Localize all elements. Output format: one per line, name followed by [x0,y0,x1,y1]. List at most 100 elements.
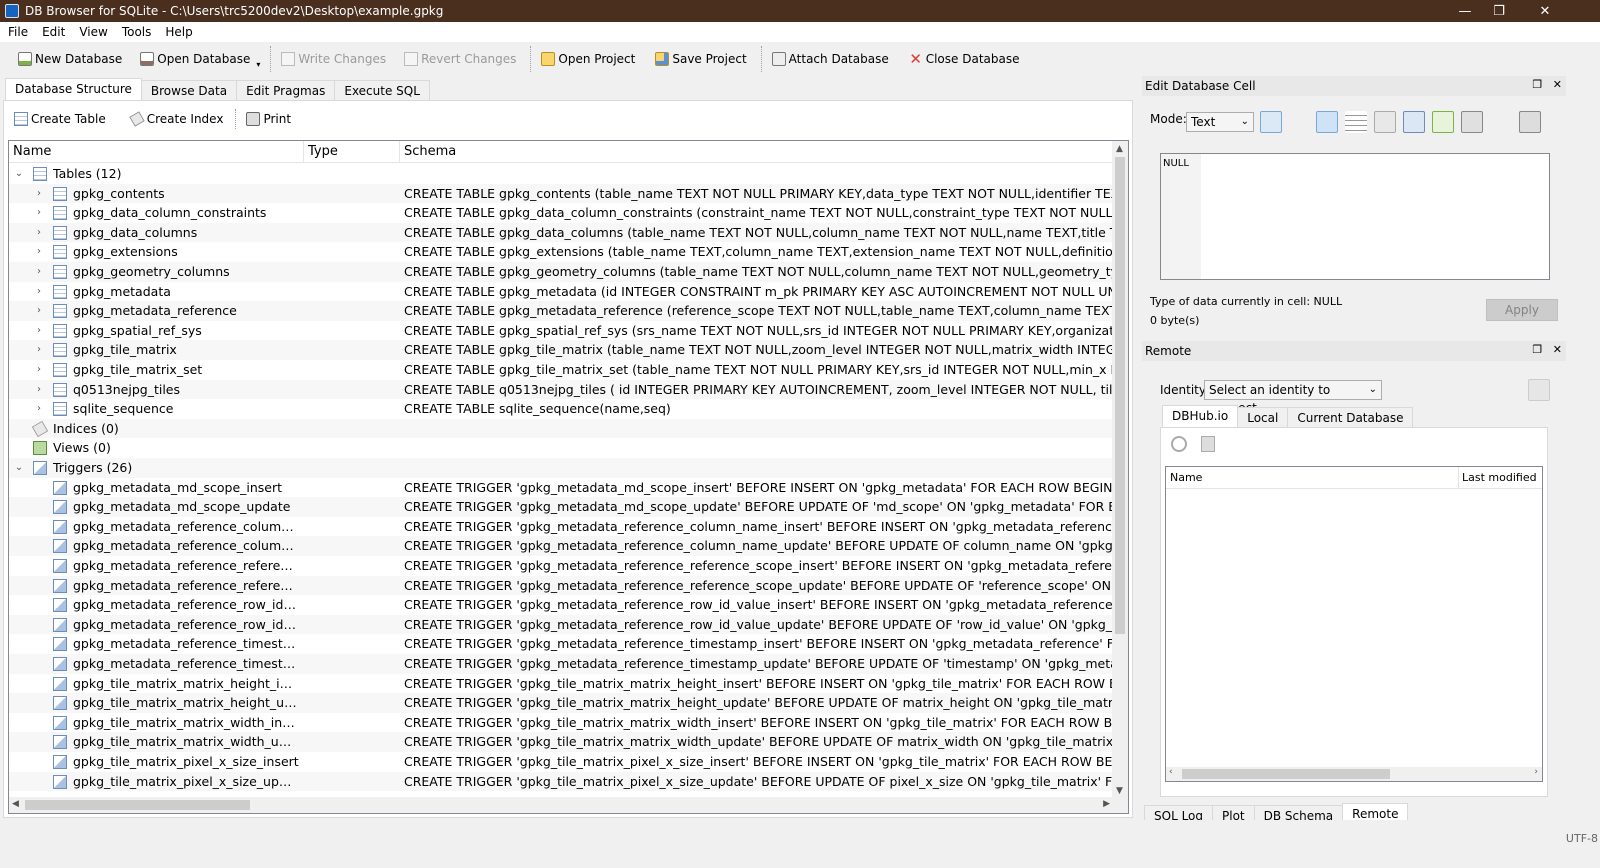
print-cell-icon[interactable] [1519,111,1541,133]
tree-trigger-row[interactable]: gpkg_metadata_reference_timestamp... CREA… [9,634,1114,654]
tree-table-row[interactable]: › gpkg_contents CREATE TABLE gpkg_contents… [9,183,1114,204]
write-changes-button[interactable]: Write Changes [275,46,392,72]
auto-format-icon[interactable] [1345,111,1367,133]
tab-browse-data[interactable]: Browse Data [140,80,238,101]
tab-dbhub[interactable]: DBHub.io [1162,405,1239,428]
chevron-right-icon[interactable]: › [34,282,44,302]
tree-trigger-row[interactable]: gpkg_metadata_reference_row_id_val... CRE… [9,595,1114,615]
import-file-icon[interactable] [1374,111,1396,133]
create-table-button[interactable]: Create Table [8,106,112,132]
tab-local[interactable]: Local [1237,407,1289,428]
open-project-button[interactable]: Open Project [535,46,641,72]
column-header-last-modified[interactable]: Last modified [1462,471,1537,484]
eraser-icon[interactable] [1490,111,1512,133]
chevron-right-icon[interactable]: › [34,184,44,204]
chevron-right-icon[interactable]: › [34,203,44,223]
tree-table-row[interactable]: › gpkg_data_column_constraints CREATE TABL… [9,203,1114,223]
chevron-right-icon[interactable]: › [34,242,44,262]
tree-category-row[interactable]: ⌄ Tables (12) [9,164,1114,184]
clone-icon[interactable] [1201,436,1215,452]
identity-select[interactable]: Select an identity to connect ⌄ [1204,380,1382,415]
tree-table-row[interactable]: › gpkg_metadata CREATE TABLE gpkg_metadata… [9,282,1114,302]
new-database-button[interactable]: New Database [12,46,128,72]
tree-table-row[interactable]: › gpkg_extensions CREATE TABLE gpkg_extens… [9,242,1114,262]
tree-category-row[interactable]: Views (0) [9,438,1114,458]
menu-view[interactable]: View [72,25,114,39]
close-dock-icon[interactable]: ✕ [1553,343,1562,356]
scroll-up-icon[interactable]: ▲ [1116,144,1123,154]
tab-current-database[interactable]: Current Database [1287,407,1414,428]
tree-table-row[interactable]: › gpkg_geometry_columns CREATE TABLE gpkg_… [9,262,1114,282]
remote-horizontal-scrollbar[interactable]: ‹ › [1166,767,1542,781]
chevron-down-icon[interactable]: ⌄ [14,458,24,478]
mode-select[interactable]: Text ⌄ [1186,112,1254,132]
tab-execute-sql[interactable]: Execute SQL [334,80,430,101]
print-button[interactable]: Print [240,106,297,132]
tree-trigger-row[interactable]: gpkg_tile_matrix_matrix_width_update CREA… [9,732,1114,752]
maximize-button[interactable]: ❐ [1476,0,1522,22]
tree-vertical-scroll-thumb[interactable] [1115,157,1125,634]
open-external-icon[interactable] [1461,111,1483,133]
column-header-name[interactable]: Name [9,141,304,162]
save-project-button[interactable]: Save Project [649,46,752,72]
tree-horizontal-scroll-thumb[interactable] [25,800,250,810]
chevron-right-icon[interactable]: › [34,223,44,243]
tree-trigger-row[interactable]: gpkg_metadata_md_scope_update CREATE TRIG… [9,497,1114,517]
tree-table-row[interactable]: › q0513nejpg_tiles CREATE TABLE q0513nejpg… [9,379,1114,400]
chevron-right-icon[interactable]: › [34,321,44,341]
tree-trigger-row[interactable]: gpkg_metadata_reference_row_id_val... CRE… [9,614,1114,635]
cell-editor[interactable]: NULL [1160,153,1550,280]
menu-edit[interactable]: Edit [35,25,72,39]
scroll-left-icon[interactable]: ◀ [12,799,19,809]
chevron-down-icon[interactable]: ⌄ [14,164,24,184]
tree-trigger-row[interactable]: gpkg_metadata_reference_timestamp... CREA… [9,654,1114,674]
attach-database-button[interactable]: Attach Database [766,46,895,72]
tree-trigger-row[interactable]: gpkg_tile_matrix_pixel_x_size_update CREA… [9,771,1114,792]
tree-trigger-row[interactable]: gpkg_metadata_reference_column_na... CREA… [9,517,1114,537]
tree-trigger-row[interactable]: gpkg_tile_matrix_matrix_width_insert CREA… [9,713,1114,733]
tab-edit-pragmas[interactable]: Edit Pragmas [236,80,336,101]
tree-table-row[interactable]: › gpkg_metadata_reference CREATE TABLE gpk… [9,301,1114,321]
tree-trigger-row[interactable]: gpkg_metadata_reference_reference_... CRE… [9,575,1114,596]
revert-changes-button[interactable]: Revert Changes [398,46,522,72]
tree-trigger-row[interactable]: gpkg_metadata_md_scope_insert CREATE TRIG… [9,478,1114,498]
tree-horizontal-scrollbar[interactable]: ◀ ▶ [9,797,1128,813]
chevron-right-icon[interactable]: › [34,301,44,321]
refresh-icon[interactable] [1171,436,1187,452]
chevron-right-icon[interactable]: › [34,340,44,360]
menu-tools[interactable]: Tools [115,25,159,39]
column-header-type[interactable]: Type [304,141,400,162]
open-database-dropdown-icon[interactable]: ▾ [256,60,260,69]
column-header-schema[interactable]: Schema [400,141,1114,162]
chevron-right-icon[interactable]: › [34,360,44,380]
tree-trigger-row[interactable]: gpkg_metadata_reference_reference_... CRE… [9,556,1114,576]
menu-help[interactable]: Help [158,25,199,39]
tree-trigger-row[interactable]: gpkg_metadata_reference_column_na... CREA… [9,536,1114,556]
tab-database-structure[interactable]: Database Structure [5,78,142,101]
chevron-right-icon[interactable]: › [34,399,44,419]
apply-button[interactable]: Apply [1486,299,1558,321]
column-header-remote-name[interactable]: Name [1170,471,1202,484]
tree-category-row[interactable]: ⌄ Triggers (26) [9,458,1114,478]
scroll-left-icon[interactable]: ‹ [1169,767,1173,777]
close-window-button[interactable]: ✕ [1522,0,1568,22]
chevron-right-icon[interactable]: › [34,262,44,282]
open-database-button[interactable]: Open Database ▾ [134,46,266,72]
tree-table-row[interactable]: › gpkg_tile_matrix_set CREATE TABLE gpkg_t… [9,360,1114,380]
remote-settings-icon[interactable] [1528,379,1550,401]
tree-table-row[interactable]: › gpkg_data_columns CREATE TABLE gpkg_data… [9,222,1114,243]
create-index-button[interactable]: Create Index [124,106,230,132]
auto-switch-mode-button[interactable] [1260,111,1282,133]
set-null-icon[interactable] [1432,111,1454,133]
tree-trigger-row[interactable]: gpkg_tile_matrix_matrix_height_update CRE… [9,693,1114,713]
tree-table-row[interactable]: › gpkg_tile_matrix CREATE TABLE gpkg_tile_… [9,340,1114,360]
export-file-icon[interactable] [1403,111,1425,133]
float-dock-icon[interactable]: ❐ [1532,78,1542,91]
tree-vertical-scrollbar[interactable]: ▲ ▼ [1112,141,1128,799]
close-database-button[interactable]: ✕ Close Database [903,46,1026,72]
scroll-down-icon[interactable]: ▼ [1116,786,1123,796]
scroll-right-icon[interactable]: ▶ [1103,799,1110,809]
tree-table-row[interactable]: › gpkg_spatial_ref_sys CREATE TABLE gpkg_s… [9,321,1114,341]
remote-file-list[interactable]: Name Last modified ‹ › [1165,466,1543,782]
close-dock-icon[interactable]: ✕ [1553,78,1562,91]
